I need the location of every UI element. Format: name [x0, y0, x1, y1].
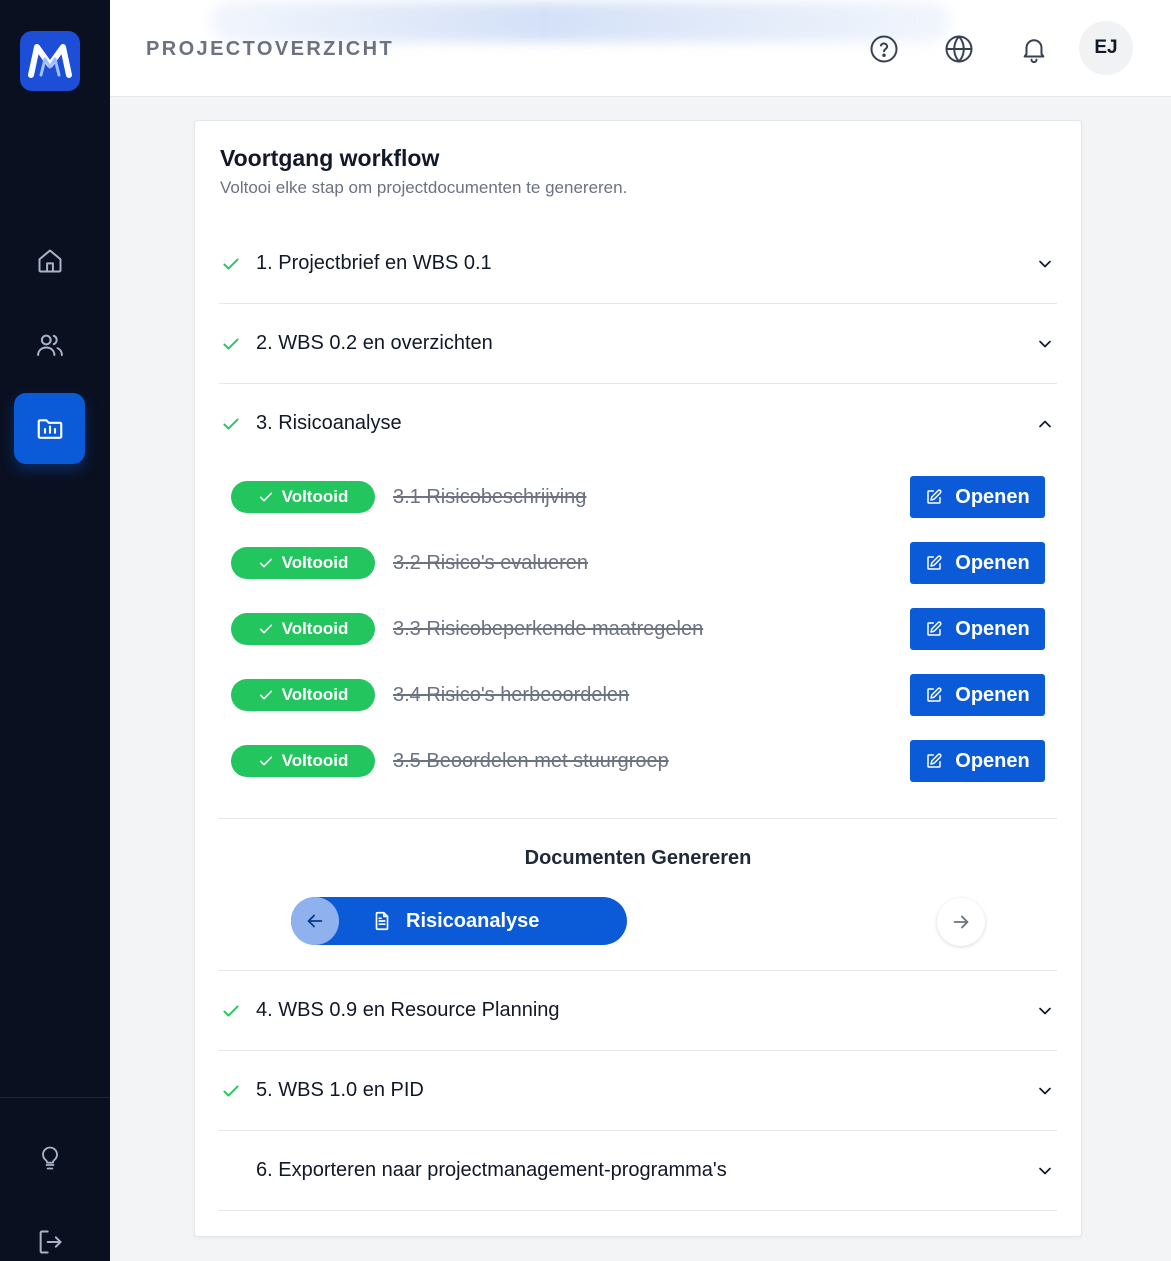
chevron-up-icon[interactable] [1035, 414, 1055, 434]
help-button[interactable] [864, 29, 904, 69]
language-button[interactable] [939, 29, 979, 69]
globe-icon [945, 35, 973, 63]
sidebar [0, 0, 110, 1261]
check-icon [223, 418, 239, 430]
open-button-label: Openen [955, 551, 1030, 574]
substep-row: Voltooid 3.4 Risico's herbeoordelen Open… [231, 674, 1045, 716]
chevron-down-icon[interactable] [1035, 1161, 1055, 1181]
open-button-label: Openen [955, 683, 1030, 706]
arrow-left-icon [307, 914, 323, 928]
user-avatar[interactable]: EJ [1079, 21, 1133, 75]
substep-label: 3.3 Risicobeperkende maatregelen [393, 618, 704, 640]
check-icon [259, 624, 272, 634]
check-icon [223, 338, 239, 350]
step-label: 2. WBS 0.2 en overzichten [256, 332, 493, 354]
documents-title: Documenten Genereren [524, 847, 752, 869]
top-header: PROJECTOVERZICHT EJ [110, 0, 1171, 97]
check-icon [223, 258, 239, 270]
carousel-next-button[interactable] [937, 898, 985, 946]
open-button-label: Openen [955, 749, 1030, 772]
sidebar-item-tips[interactable] [14, 1122, 85, 1193]
substep-row: Voltooid 3.1 Risicobeschrijving Openen [231, 476, 1045, 518]
logo-mark-icon [28, 44, 72, 78]
section-divider [219, 818, 1057, 819]
status-badge: Voltooid [231, 613, 375, 645]
lightbulb-icon [41, 1146, 58, 1169]
open-button[interactable]: Openen [910, 674, 1045, 716]
card-title: Voortgang workflow [220, 145, 440, 171]
status-badge-label: Voltooid [281, 553, 349, 572]
arrow-right-icon [953, 915, 969, 929]
step-label: 4. WBS 0.9 en Resource Planning [256, 999, 560, 1021]
card-subtitle: Voltooi elke stap om projectdocumenten t… [220, 178, 628, 197]
chevron-down-icon[interactable] [1035, 1001, 1055, 1021]
check-icon [259, 558, 272, 568]
chevron-down-icon[interactable] [1035, 1081, 1055, 1101]
check-icon [259, 690, 272, 700]
workflow-step-4[interactable]: 4. WBS 0.9 en Resource Planning [219, 970, 1057, 1051]
edit-icon [927, 489, 942, 504]
carousel-prev-button[interactable] [291, 897, 339, 945]
open-button-label: Openen [955, 617, 1030, 640]
sidebar-item-logout[interactable] [14, 1206, 85, 1261]
notifications-button[interactable] [1014, 29, 1054, 69]
substep-row: Voltooid 3.3 Risicobeperkende maatregele… [231, 608, 1045, 650]
status-badge: Voltooid [231, 679, 375, 711]
substep-label: 3.5 Beoordelen met stuurgroep [393, 750, 669, 772]
open-button[interactable]: Openen [910, 740, 1045, 782]
check-icon [223, 1085, 239, 1097]
page-title: PROJECTOVERZICHT [146, 38, 395, 60]
workflow-step-5[interactable]: 5. WBS 1.0 en PID [219, 1051, 1057, 1131]
status-badge: Voltooid [231, 547, 375, 579]
sidebar-divider [0, 1097, 110, 1098]
folder-chart-icon [37, 418, 62, 439]
step-label: 3. Risicoanalyse [256, 412, 402, 434]
home-icon [38, 249, 61, 272]
open-button[interactable]: Openen [910, 608, 1045, 650]
status-badge-label: Voltooid [281, 619, 349, 638]
bell-icon [1023, 39, 1045, 64]
open-button[interactable]: Openen [910, 476, 1045, 518]
logout-icon [39, 1230, 61, 1253]
workflow-step-1[interactable]: 1. Projectbrief en WBS 0.1 [219, 224, 1057, 304]
document-name: Risicoanalyse [406, 910, 540, 932]
status-badge-label: Voltooid [281, 487, 349, 506]
step-label: 6. Exporteren naar projectmanagement-pro… [256, 1159, 727, 1181]
check-icon [223, 1005, 239, 1017]
step-label: 5. WBS 1.0 en PID [256, 1079, 424, 1101]
substep-row: Voltooid 3.5 Beoordelen met stuurgroep O… [231, 740, 1045, 782]
edit-icon [927, 687, 942, 702]
status-badge-label: Voltooid [281, 751, 349, 770]
workflow-card: Voortgang workflow Voltooi elke stap om … [194, 120, 1082, 1237]
workflow-step-3[interactable]: 3. Risicoanalyse [219, 384, 1057, 464]
workflow-step-2[interactable]: 2. WBS 0.2 en overzichten [219, 304, 1057, 384]
chevron-down-icon[interactable] [1035, 334, 1055, 354]
edit-icon [927, 555, 942, 570]
sidebar-item-home[interactable] [14, 225, 85, 296]
check-icon [259, 492, 272, 502]
substep-label: 3.1 Risicobeschrijving [393, 486, 587, 508]
substep-label: 3.4 Risico's herbeoordelen [393, 684, 630, 706]
open-button-label: Openen [955, 485, 1030, 508]
users-icon [36, 334, 63, 356]
help-icon [870, 35, 898, 63]
status-badge-label: Voltooid [281, 685, 349, 704]
document-icon [375, 911, 389, 931]
substep-label: 3.2 Risico's evalueren [393, 552, 589, 574]
status-badge: Voltooid [231, 745, 375, 777]
header-glow [210, 2, 950, 42]
open-button[interactable]: Openen [910, 542, 1045, 584]
workflow-step-6[interactable]: 6. Exporteren naar projectmanagement-pro… [219, 1131, 1057, 1211]
chevron-down-icon[interactable] [1035, 254, 1055, 274]
sidebar-item-projects[interactable] [14, 393, 85, 464]
step-label: 1. Projectbrief en WBS 0.1 [256, 252, 492, 274]
status-badge: Voltooid [231, 481, 375, 513]
edit-icon [927, 621, 942, 636]
check-icon [259, 756, 272, 766]
sidebar-item-users[interactable] [14, 309, 85, 380]
edit-icon [927, 753, 942, 768]
app-logo[interactable] [20, 31, 80, 91]
document-carousel-pill[interactable]: Risicoanalyse [291, 897, 627, 945]
substep-row: Voltooid 3.2 Risico's evalueren Openen [231, 542, 1045, 584]
